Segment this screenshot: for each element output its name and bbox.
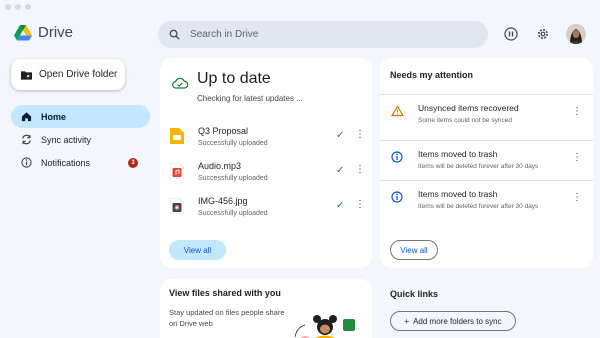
- sidebar-item-sync-activity[interactable]: Sync activity: [11, 128, 150, 151]
- attention-item-unsynced[interactable]: Unsynced items recovered Some items coul…: [380, 94, 593, 132]
- attention-item-trash-1[interactable]: Items moved to trash Items will be delet…: [380, 140, 593, 178]
- home-icon: [21, 112, 32, 122]
- sync-status-card: Up to date Checking for latest updates .…: [160, 58, 372, 268]
- more-options-icon[interactable]: ⋮: [572, 192, 582, 203]
- quick-links-title: Quick links: [390, 289, 439, 299]
- file-status: Successfully uploaded: [198, 140, 268, 147]
- attention-item-desc: Items will be deleted forever after 30 d…: [418, 203, 539, 210]
- more-options-icon[interactable]: ⋮: [355, 129, 365, 140]
- needs-attention-card: Needs my attention Unsynced items recove…: [380, 58, 593, 268]
- gear-icon: [538, 29, 548, 39]
- warning-icon: [391, 105, 404, 117]
- attention-item-title: Items moved to trash: [418, 149, 498, 159]
- close-window-dot[interactable]: [5, 4, 11, 10]
- search-icon: [169, 29, 180, 40]
- file-status: Successfully uploaded: [198, 175, 268, 182]
- plus-icon: +: [404, 316, 410, 326]
- minimize-window-dot[interactable]: [15, 4, 21, 10]
- search-bar[interactable]: Search in Drive: [158, 21, 488, 48]
- file-row-image[interactable]: IMG-456.jpg Successfully uploaded ✓ ⋮: [170, 194, 365, 222]
- file-row-audio[interactable]: Audio.mp3 Successfully uploaded ✓ ⋮: [170, 159, 365, 187]
- cloud-done-icon: [172, 77, 188, 89]
- drive-logo-icon: [14, 24, 32, 40]
- needs-attention-title: Needs my attention: [390, 70, 474, 80]
- file-name: Q3 Proposal: [198, 126, 249, 136]
- attention-view-all-button[interactable]: View all: [390, 240, 438, 260]
- attention-item-desc: Some items could not be synced: [418, 117, 512, 124]
- settings-button[interactable]: [533, 24, 553, 44]
- pause-sync-button[interactable]: [501, 24, 521, 44]
- open-drive-folder-button[interactable]: Open Drive folder: [11, 59, 125, 90]
- sync-status-subtitle: Checking for latest updates ...: [197, 94, 303, 103]
- info-icon: [391, 151, 403, 163]
- folder-icon: [21, 70, 32, 80]
- pause-circle-icon: [504, 27, 518, 41]
- sidebar-item-label: Home: [41, 111, 67, 122]
- sidebar-nav: Home Sync activity Notifications 3: [11, 105, 150, 174]
- shared-files-title: View files shared with you: [169, 288, 281, 298]
- shared-illustration: [295, 315, 355, 338]
- avatar-image: [566, 24, 586, 44]
- file-row-q3-proposal[interactable]: Q3 Proposal Successfully uploaded ✓ ⋮: [170, 124, 365, 152]
- app-logo: Drive: [14, 24, 73, 41]
- sidebar-item-label: Sync activity: [41, 134, 92, 145]
- sidebar-item-home[interactable]: Home: [11, 105, 150, 128]
- info-icon: [21, 157, 32, 168]
- window-titlebar: [0, 0, 600, 14]
- sidebar-item-label: Notifications: [41, 157, 91, 168]
- info-icon: [391, 191, 403, 203]
- add-folders-to-sync-button[interactable]: + Add more folders to sync: [390, 311, 516, 331]
- sidebar-item-notifications[interactable]: Notifications 3: [11, 151, 150, 174]
- audio-file-icon: [170, 163, 184, 179]
- user-avatar[interactable]: [566, 24, 586, 44]
- more-options-icon[interactable]: ⋮: [572, 106, 582, 117]
- shared-files-desc: Stay updated on files people share on Dr…: [169, 308, 285, 328]
- file-status: Successfully uploaded: [198, 210, 268, 217]
- sync-status-title: Up to date: [197, 70, 271, 87]
- check-icon: ✓: [336, 130, 345, 141]
- check-icon: ✓: [336, 200, 345, 211]
- maximize-window-dot[interactable]: [25, 4, 31, 10]
- attention-item-desc: Items will be deleted forever after 30 d…: [418, 163, 539, 170]
- open-drive-folder-label: Open Drive folder: [39, 69, 118, 80]
- sync-view-all-button[interactable]: View all: [169, 240, 226, 260]
- file-name: Audio.mp3: [198, 161, 242, 171]
- attention-item-title: Items moved to trash: [418, 189, 498, 199]
- attention-item-title: Unsynced items recovered: [418, 103, 519, 113]
- more-options-icon[interactable]: ⋮: [572, 152, 582, 163]
- app-name: Drive: [38, 24, 74, 41]
- notifications-count-badge: 3: [128, 158, 138, 168]
- check-icon: ✓: [336, 165, 345, 176]
- image-file-icon: [170, 198, 184, 214]
- shared-files-card[interactable]: View files shared with you Stay updated …: [160, 279, 372, 338]
- slides-file-icon: [170, 128, 184, 144]
- file-name: IMG-456.jpg: [198, 196, 248, 206]
- search-input[interactable]: Search in Drive: [190, 29, 258, 40]
- attention-item-trash-2[interactable]: Items moved to trash Items will be delet…: [380, 180, 593, 218]
- more-options-icon[interactable]: ⋮: [355, 164, 365, 175]
- more-options-icon[interactable]: ⋮: [355, 199, 365, 210]
- add-folders-label: Add more folders to sync: [413, 316, 502, 326]
- sync-icon: [22, 134, 31, 145]
